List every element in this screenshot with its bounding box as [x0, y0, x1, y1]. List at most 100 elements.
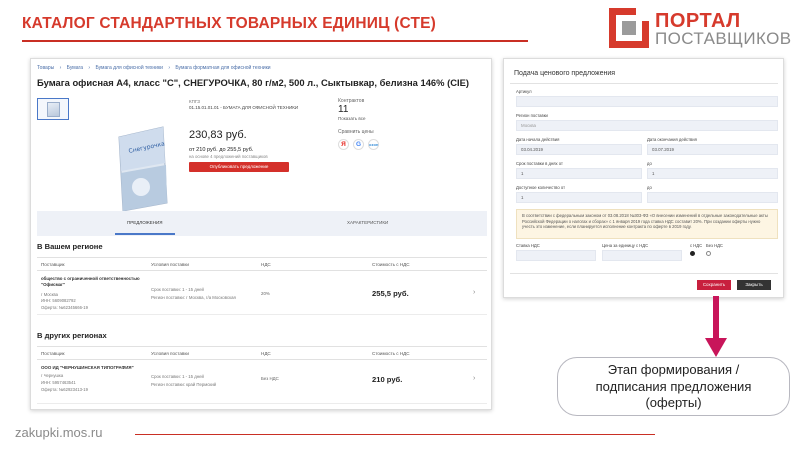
callout-line: подписания предложения	[595, 378, 752, 394]
yandex-icon[interactable]: Я	[338, 139, 349, 150]
vat-info-notice: В соответствии с федеральным законом от …	[516, 209, 778, 239]
delivery-region: Регион поставки: г Москва, г/а Московска…	[151, 295, 236, 300]
table-row[interactable]: ООО ИД "ЧЕРНУШИНСКАЯ ТИПОГРАФИЯ" г Черну…	[37, 360, 487, 404]
column-header: НДС	[261, 262, 271, 267]
catalog-screenshot: Товары › Бумага › Бумага для офисной тех…	[30, 58, 492, 410]
cost-with-vat: 255,5 руб.	[372, 289, 409, 298]
breadcrumb-item[interactable]: Бумага для офисной техники	[95, 65, 163, 71]
slide-title: КАТАЛОГ СТАНДАРТНЫХ ТОВАРНЫХ ЕДИНИЦ (СТЕ…	[22, 15, 437, 32]
tabs-bar: ПРЕДЛОЖЕНИЯ ХАРАКТЕРИСТИКИ	[37, 211, 487, 236]
delivery-region: Регион поставки: край Пермский	[151, 382, 217, 387]
product-image: Снегурочка	[118, 126, 168, 212]
chevron-right-icon[interactable]: ›	[473, 289, 475, 296]
breadcrumb-item[interactable]: Бумага форматная для офисной техники	[175, 65, 270, 71]
delivery-term: Срок поставки: 1 - 15 дней	[151, 374, 204, 379]
compare-prices-label: Сравнить цены	[338, 129, 374, 135]
ozon-icon[interactable]: ozon	[368, 139, 379, 150]
start-date-input[interactable]: 03.04.2019	[516, 144, 642, 155]
divider	[510, 273, 778, 274]
unit-price-input[interactable]	[602, 250, 682, 261]
supplier-offer: Оферта: №62345666-19	[41, 305, 88, 310]
chevron-right-icon[interactable]: ›	[473, 375, 475, 382]
article-input[interactable]	[516, 96, 778, 107]
product-title: Бумага офисная А4, класс "С", СНЕГУРОЧКА…	[37, 77, 469, 88]
other-offers-table: Поставщик Условия поставки НДС Стоимость…	[37, 346, 487, 404]
google-icon[interactable]: G	[353, 139, 364, 150]
breadcrumb: Товары › Бумага › Бумага для офисной тех…	[37, 65, 275, 71]
column-header: НДС	[261, 351, 271, 356]
active-tab-indicator	[115, 233, 175, 235]
qty-from-input[interactable]: 1	[516, 192, 642, 203]
other-regions-title: В других регионах	[37, 331, 107, 340]
without-vat-radio[interactable]	[706, 251, 711, 256]
breadcrumb-item[interactable]: Товары	[37, 65, 54, 71]
vat-rate-select[interactable]	[516, 250, 596, 261]
contracts-count: 11	[338, 104, 349, 115]
end-date-label: Дата окончания действия	[647, 137, 697, 142]
with-vat-label: с НДС	[690, 243, 703, 248]
article-label: Артикул	[516, 89, 532, 94]
qty-to-input[interactable]	[647, 192, 778, 203]
supplier-city: г Москва	[41, 292, 58, 297]
callout-line: Этап формирования /	[607, 362, 740, 377]
supplier-inn: ИНН: 5609082792	[41, 298, 76, 303]
publish-offer-button[interactable]: Опубликовать предложение	[189, 162, 289, 172]
table-header: Поставщик Условия поставки НДС Стоимость…	[37, 346, 487, 360]
tab-offers[interactable]: ПРЕДЛОЖЕНИЯ	[127, 220, 163, 225]
form-title: Подача ценового предложения	[514, 70, 616, 77]
kpgz-value[interactable]: 01.15.01.01.01 - БУМАГА ДЛЯ ОФИСНОЙ ТЕХН…	[189, 105, 298, 111]
close-button[interactable]: Закрыть	[737, 280, 771, 290]
column-header: Поставщик	[41, 351, 65, 356]
vat-value: Без НДС	[261, 376, 279, 381]
logo-text-bottom: ПОСТАВЩИКОВ	[655, 29, 792, 48]
price-note: на основе 4 предложений поставщиков	[189, 154, 268, 159]
region-select[interactable]: Москва	[516, 120, 778, 131]
supplier-name: ООО ИД "ЧЕРНУШИНСКАЯ ТИПОГРАФИЯ"	[41, 365, 134, 370]
breadcrumb-separator: ›	[59, 65, 62, 71]
stage-callout: Этап формирования / подписания предложен…	[557, 357, 790, 416]
compare-icons: Я G ozon	[338, 139, 379, 150]
qty-from-label: Доступное количество от	[516, 185, 566, 190]
footer-rule	[135, 434, 655, 435]
qty-to-label: до	[647, 185, 652, 190]
region-label: Регион поставки	[516, 113, 548, 118]
table-row[interactable]: общество с ограниченной ответственностью…	[37, 271, 487, 315]
cost-with-vat: 210 руб.	[372, 375, 403, 384]
divider	[510, 83, 778, 84]
term-from-label: Срок поставки в днях от	[516, 161, 563, 166]
unit-price-label: Цена за единицу с НДС	[602, 243, 649, 248]
breadcrumb-separator: ›	[88, 65, 91, 71]
vat-value: 20%	[261, 291, 270, 296]
price-range: от 210 руб. до 255,5 руб.	[189, 147, 254, 153]
term-from-input[interactable]: 1	[516, 168, 642, 179]
tab-characteristics[interactable]: ХАРАКТЕРИСТИКИ	[347, 220, 388, 225]
product-thumbnail[interactable]	[37, 98, 69, 120]
term-to-input[interactable]: 1	[647, 168, 778, 179]
portal-logo: ПОРТАЛ ПОСТАВЩИКОВ	[609, 8, 792, 50]
supplier-offer: Оферта: №62923413-19	[41, 387, 88, 392]
supplier-city: г Чернушка	[41, 373, 64, 378]
portal-logo-icon	[609, 8, 649, 48]
with-vat-radio[interactable]	[690, 251, 695, 256]
slide: КАТАЛОГ СТАНДАРТНЫХ ТОВАРНЫХ ЕДИНИЦ (СТЕ…	[0, 0, 800, 450]
end-date-input[interactable]: 03.07.2019	[647, 144, 778, 155]
delivery-term: Срок поставки: 1 - 15 дней	[151, 287, 204, 292]
breadcrumb-item[interactable]: Бумага	[67, 65, 83, 71]
bid-form-screenshot: Подача ценового предложения Артикул Реги…	[503, 58, 784, 298]
region-offers-table: Поставщик Условия поставки НДС Стоимость…	[37, 257, 487, 315]
start-date-label: Дата начала действия	[516, 137, 560, 142]
term-to-label: до	[647, 161, 652, 166]
footer-url[interactable]: zakupki.mos.ru	[15, 425, 102, 440]
save-button[interactable]: Сохранить	[697, 280, 731, 290]
column-header: Стоимость с НДС	[372, 262, 410, 267]
without-vat-label: Без НДС	[706, 243, 723, 248]
vat-rate-label: Ставка НДС	[516, 243, 540, 248]
column-header: Стоимость с НДС	[372, 351, 410, 356]
title-underline	[22, 40, 528, 42]
callout-line: (оферты)	[645, 395, 702, 410]
show-all-link[interactable]: Показать все	[338, 116, 365, 121]
table-header: Поставщик Условия поставки НДС Стоимость…	[37, 257, 487, 271]
supplier-inn: ИНН: 5957463541	[41, 380, 76, 385]
column-header: Поставщик	[41, 262, 65, 267]
kpgz-info: КПГЗ 01.15.01.01.01 - БУМАГА ДЛЯ ОФИСНОЙ…	[189, 99, 298, 111]
